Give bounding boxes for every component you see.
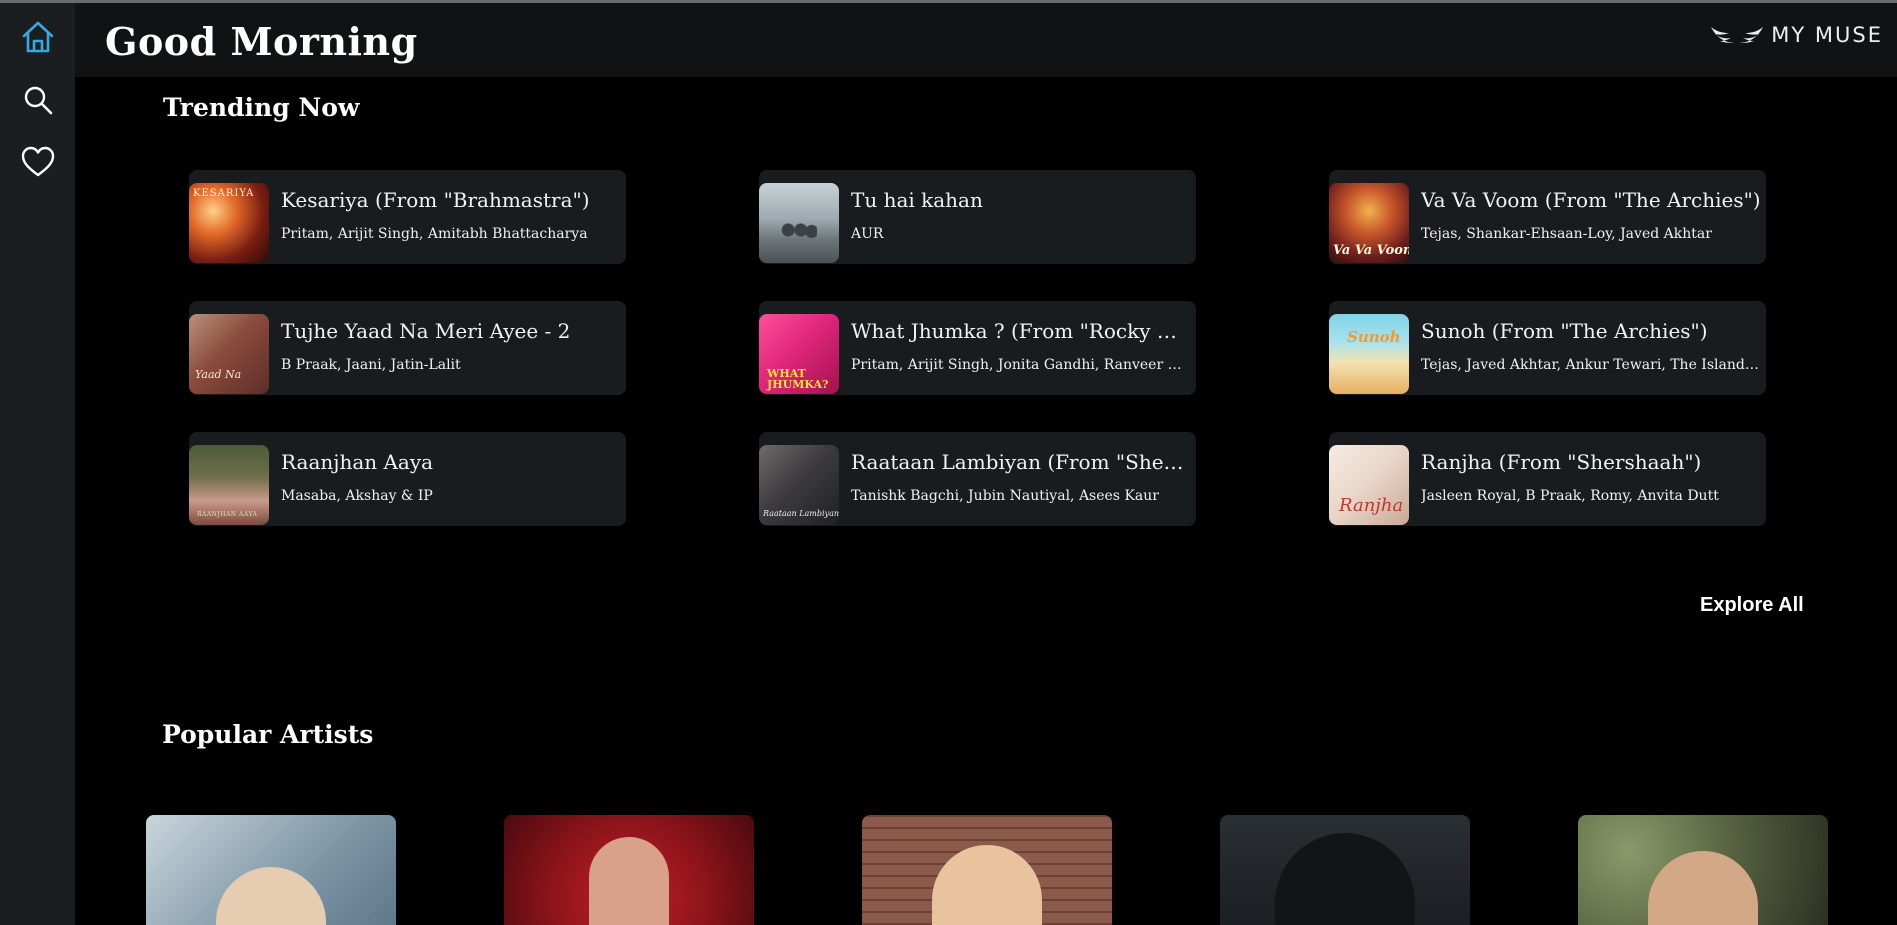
song-card[interactable]: Va Va Voom Va Va Voom (From "The Archies… [1329, 170, 1766, 264]
song-artists: B Praak, Jaani, Jatin-Lalit [281, 357, 461, 373]
song-card[interactable]: KESARIYA Kesariya (From "Brahmastra") Pr… [189, 170, 626, 264]
song-title: Kesariya (From "Brahmastra") [281, 188, 590, 212]
song-title: What Jhumka ? (From "Rocky Aur Rani Kii … [851, 319, 1191, 343]
search-icon [24, 86, 53, 115]
song-card[interactable]: Yaad Na Tujhe Yaad Na Meri Ayee - 2 B Pr… [189, 301, 626, 395]
artist-photo [216, 867, 326, 925]
greeting-title: Good Morning [105, 19, 418, 64]
song-cover: Yaad Na [189, 314, 269, 394]
artist-photo [932, 845, 1042, 925]
song-cover: RAANJHAN AAYA [189, 445, 269, 525]
song-artists: Pritam, Arijit Singh, Jonita Gandhi, Ran… [851, 357, 1191, 373]
song-cover: WHAT JHUMKA? [759, 314, 839, 394]
explore-all-link[interactable]: Explore All [1700, 594, 1804, 617]
artist-photo [589, 837, 669, 925]
song-card[interactable]: Tu hai kahan AUR [759, 170, 1196, 264]
artist-card[interactable] [1220, 815, 1470, 925]
song-title: Va Va Voom (From "The Archies") [1421, 188, 1761, 212]
artist-card[interactable] [146, 815, 396, 925]
artist-photo [1275, 833, 1415, 925]
heart-icon [21, 146, 55, 177]
song-cover: Raataan Lambiyan [759, 445, 839, 525]
song-cover: Va Va Voom [1329, 183, 1409, 263]
song-artists: Jasleen Royal, B Praak, Romy, Anvita Dut… [1421, 488, 1719, 504]
song-card[interactable]: Sunoh Sunoh (From "The Archies") Tejas, … [1329, 301, 1766, 395]
song-artists: Tanishk Bagchi, Jubin Nautiyal, Asees Ka… [851, 488, 1159, 504]
nav-home[interactable] [18, 17, 58, 57]
trending-title: Trending Now [163, 93, 360, 122]
song-title: Raanjhan Aaya [281, 450, 434, 474]
song-title: Tujhe Yaad Na Meri Ayee - 2 [281, 319, 571, 343]
artist-photo [1648, 851, 1758, 925]
header: Good Morning MY MUSE [75, 3, 1897, 77]
artist-card[interactable] [862, 815, 1112, 925]
song-title: Raataan Lambiyan (From "Shershaah") [851, 450, 1191, 474]
song-cover [759, 183, 839, 263]
song-title: Ranjha (From "Shershaah") [1421, 450, 1702, 474]
song-title: Tu hai kahan [851, 188, 983, 212]
song-cover: KESARIYA [189, 183, 269, 263]
song-title: Sunoh (From "The Archies") [1421, 319, 1708, 343]
song-artists: Tejas, Javed Akhtar, Ankur Tewari, The I… [1421, 357, 1761, 373]
song-card[interactable]: RAANJHAN AAYA Raanjhan Aaya Masaba, Aksh… [189, 432, 626, 526]
wings-icon [1711, 27, 1764, 43]
song-card[interactable]: WHAT JHUMKA? What Jhumka ? (From "Rocky … [759, 301, 1196, 395]
song-cover: Ranjha [1329, 445, 1409, 525]
artist-card[interactable] [504, 815, 754, 925]
song-artists: Pritam, Arijit Singh, Amitabh Bhattachar… [281, 226, 588, 242]
artist-card[interactable] [1578, 815, 1828, 925]
song-cover: Sunoh [1329, 314, 1409, 394]
logo-text: MY MUSE [1771, 23, 1883, 47]
app-logo[interactable]: MY MUSE [1709, 23, 1883, 47]
nav-favorites[interactable] [18, 142, 58, 182]
song-artists: AUR [851, 226, 884, 242]
nav-search[interactable] [18, 80, 58, 120]
home-icon [22, 21, 54, 53]
song-card[interactable]: Ranjha Ranjha (From "Shershaah") Jasleen… [1329, 432, 1766, 526]
song-artists: Tejas, Shankar-Ehsaan-Loy, Javed Akhtar [1421, 226, 1712, 242]
sidebar [0, 3, 75, 925]
song-artists: Masaba, Akshay & IP [281, 488, 433, 504]
popular-artists-title: Popular Artists [162, 720, 374, 749]
song-card[interactable]: Raataan Lambiyan Raataan Lambiyan (From … [759, 432, 1196, 526]
